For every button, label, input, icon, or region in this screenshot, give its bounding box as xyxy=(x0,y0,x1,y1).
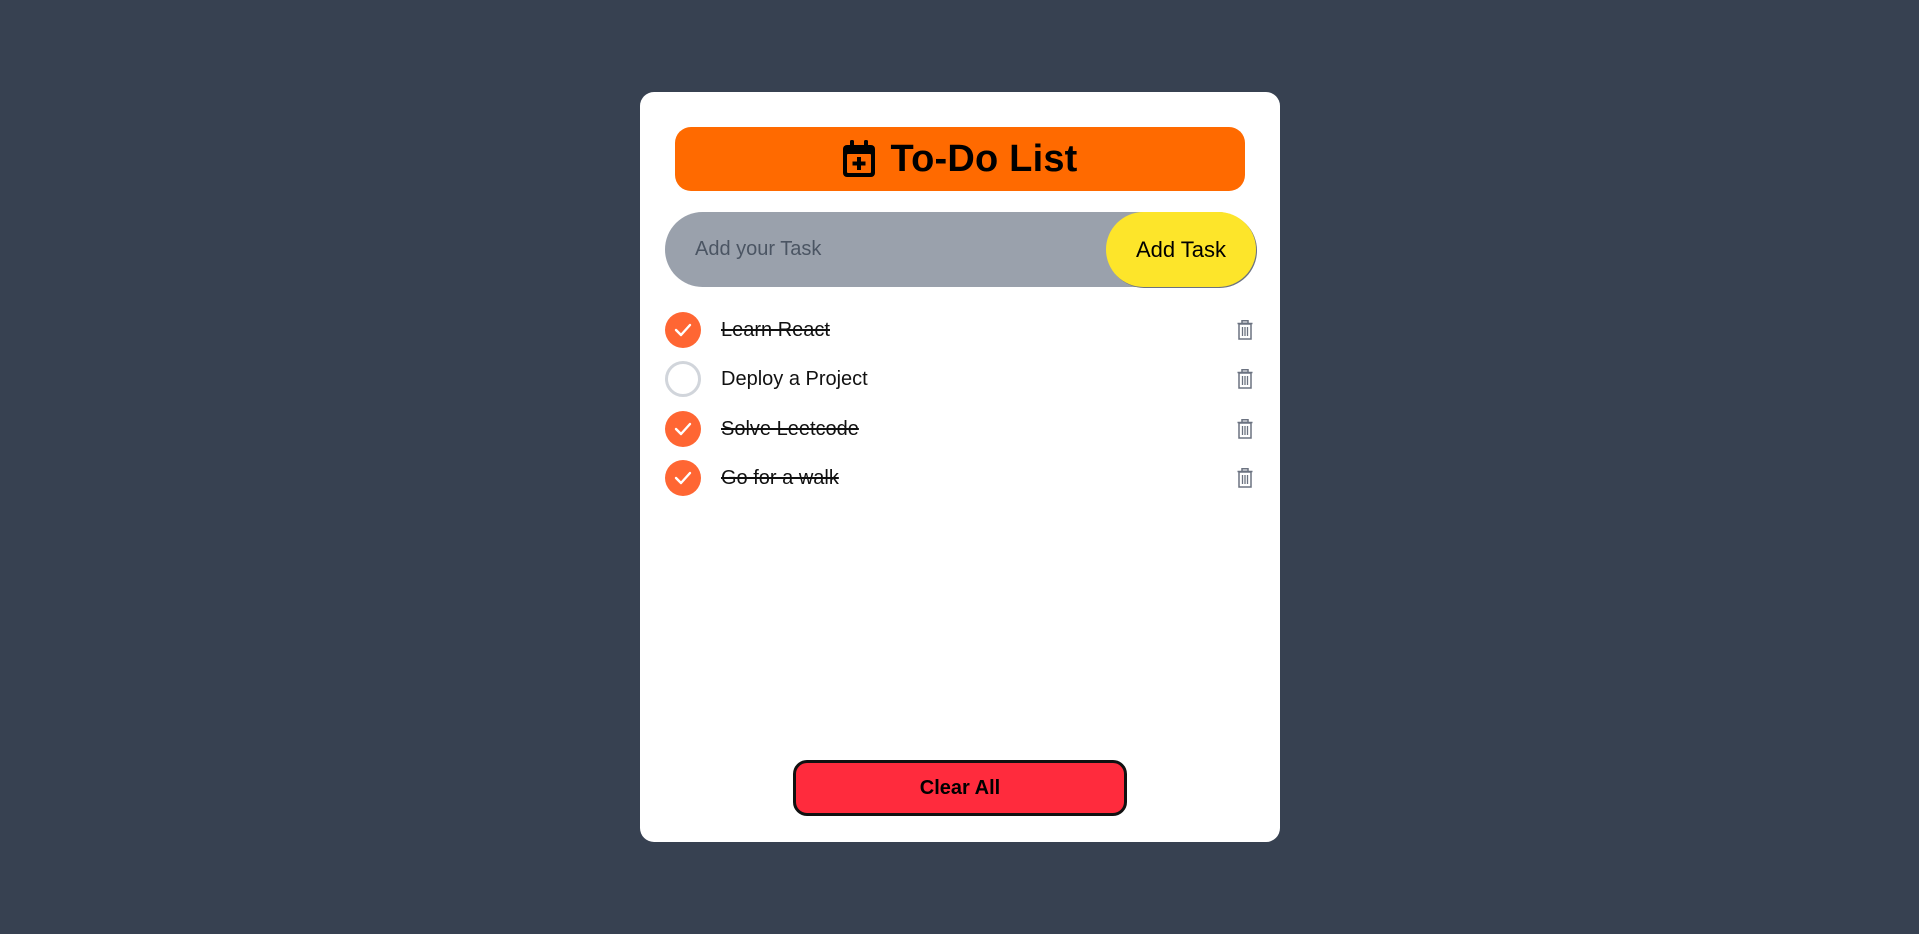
task-checkbox-checked[interactable] xyxy=(665,411,701,447)
task-checkbox-unchecked[interactable] xyxy=(665,361,701,397)
clear-all-button[interactable]: Clear All xyxy=(793,760,1127,816)
add-task-bar: Add Task xyxy=(665,212,1256,287)
task-checkbox-checked[interactable] xyxy=(665,460,701,496)
task-checkbox-checked[interactable] xyxy=(665,312,701,348)
task-row: Go for a walk xyxy=(665,458,1255,498)
trash-icon[interactable] xyxy=(1235,368,1255,390)
checkmark-icon xyxy=(674,323,692,337)
task-row: Deploy a Project xyxy=(665,359,1255,399)
task-input[interactable] xyxy=(695,212,1095,287)
trash-icon[interactable] xyxy=(1235,418,1255,440)
task-row: Solve Leetcode xyxy=(665,409,1255,449)
app-header: To-Do List xyxy=(675,127,1245,191)
task-label: Learn React xyxy=(721,318,830,341)
page-title: To-Do List xyxy=(890,137,1078,180)
task-label: Go for a walk xyxy=(721,466,839,489)
task-row: Learn React xyxy=(665,310,1255,350)
task-label: Solve Leetcode xyxy=(721,417,859,440)
task-label: Deploy a Project xyxy=(721,367,868,390)
calendar-plus-icon xyxy=(842,140,876,178)
todo-card: To-Do List Add Task Learn React Deploy a… xyxy=(640,92,1280,842)
add-task-button[interactable]: Add Task xyxy=(1106,212,1256,287)
checkmark-icon xyxy=(674,422,692,436)
checkmark-icon xyxy=(674,471,692,485)
trash-icon[interactable] xyxy=(1235,467,1255,489)
trash-icon[interactable] xyxy=(1235,319,1255,341)
